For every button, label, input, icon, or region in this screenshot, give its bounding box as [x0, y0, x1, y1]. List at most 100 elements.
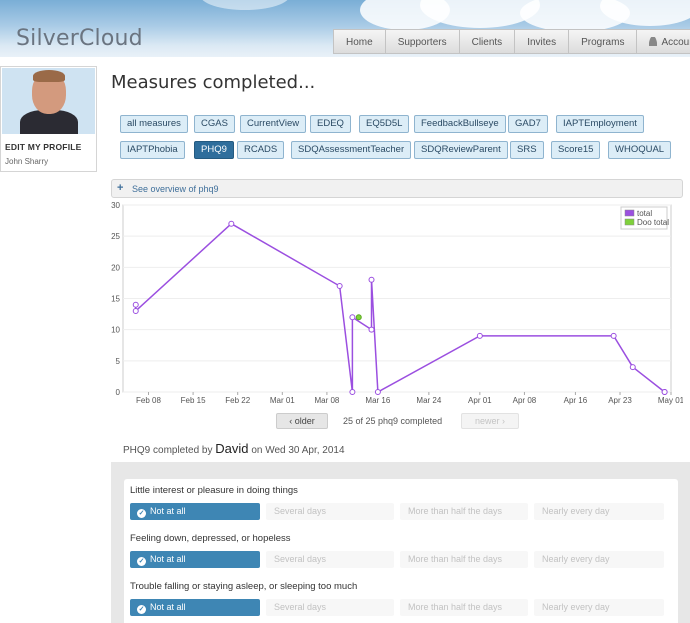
tag-gad7[interactable]: GAD7 — [508, 115, 548, 133]
answer-option[interactable]: ✓ Not at all — [130, 599, 260, 616]
answer-option-label: More than half the days — [408, 602, 503, 612]
nav-account[interactable]: Account — [636, 29, 690, 54]
y-tick-label: 25 — [111, 232, 120, 241]
profile-sidebar: EDIT MY PROFILE John Sharry — [0, 66, 97, 172]
data-point — [374, 389, 381, 395]
answer-option[interactable]: ✓ Not at all — [130, 503, 260, 520]
answer-option[interactable]: Nearly every day — [534, 503, 664, 520]
nav-account-label: Account — [661, 37, 690, 48]
tag-iaptemployment[interactable]: IAPTEmployment — [556, 115, 644, 133]
nav-invites[interactable]: Invites — [514, 29, 569, 54]
x-tick-label: Mar 01 — [270, 396, 295, 405]
y-tick-label: 10 — [111, 326, 120, 335]
tag-score15[interactable]: Score15 — [551, 141, 601, 159]
nav-programs[interactable]: Programs — [568, 29, 637, 54]
app-logo[interactable]: SilverCloud — [16, 26, 143, 51]
profile-name: John Sharry — [5, 157, 49, 166]
tag-srs[interactable]: SRS — [510, 141, 544, 159]
phq9-chart: 0 5 10 15 20 25 30 Feb 08 Feb 15 Feb 22 Mar 01 Mar … — [111, 199, 683, 409]
check-icon: ✓ — [137, 557, 146, 566]
x-tick-label: Feb 15 — [181, 396, 206, 405]
newer-button[interactable]: newer › — [461, 413, 519, 429]
data-point — [629, 364, 636, 371]
tag-cgas[interactable]: CGAS — [194, 115, 235, 133]
nav-supporters[interactable]: Supporters — [384, 29, 459, 54]
tag-currentview[interactable]: CurrentView — [240, 115, 307, 133]
check-icon: ✓ — [137, 605, 146, 614]
avatar[interactable] — [2, 68, 95, 134]
page-title: Measures completed... — [111, 72, 316, 93]
answer-option-label: Several days — [274, 554, 327, 564]
y-tick-label: 5 — [116, 357, 121, 366]
question-label: Trouble falling or staying asleep, or sl… — [130, 581, 358, 592]
tag-sdqassessmentteacher[interactable]: SDQAssessmentTeacher — [291, 141, 412, 159]
user-icon — [649, 37, 658, 46]
data-point — [336, 283, 343, 290]
data-point — [368, 326, 375, 333]
chart-svg: 0 5 10 15 20 25 30 Feb 08 Feb 15 Feb 22 Mar 01 Mar … — [111, 201, 683, 405]
data-point — [368, 276, 375, 283]
tag-iaptphobia[interactable]: IAPTPhobia — [120, 141, 185, 159]
x-tick-label: Mar 16 — [365, 396, 390, 405]
chevron-left-icon: ‹ — [289, 416, 293, 426]
nav-clients[interactable]: Clients — [458, 29, 515, 54]
x-tick-label: Apr 23 — [608, 396, 632, 405]
data-point — [132, 307, 139, 314]
chevron-right-icon: › — [502, 416, 506, 426]
answer-option-label: Not at all — [150, 554, 186, 564]
x-tick-label: Feb 08 — [136, 396, 161, 405]
header-banner: SilverCloud Home Supporters Clients Invi… — [0, 0, 690, 57]
older-button[interactable]: ‹ older — [276, 413, 328, 429]
tag-rcads[interactable]: RCADS — [237, 141, 285, 159]
x-tick-label: Apr 08 — [513, 396, 537, 405]
answer-option-label: Several days — [274, 506, 327, 516]
answer-option[interactable]: More than half the days — [400, 551, 528, 568]
completion-suffix: on Wed 30 Apr, 2014 — [251, 445, 345, 456]
tag-phq9[interactable]: PHQ9 — [194, 141, 234, 159]
answer-option-label: Several days — [274, 602, 327, 612]
newer-label: newer — [474, 416, 500, 426]
answer-option[interactable]: Several days — [266, 503, 394, 520]
y-tick-label: 0 — [116, 388, 121, 397]
x-tick-label: May 01 — [658, 396, 683, 405]
answer-option[interactable]: Nearly every day — [534, 551, 664, 568]
edit-profile-link[interactable]: EDIT MY PROFILE — [5, 142, 82, 152]
answer-option[interactable]: Nearly every day — [534, 599, 664, 616]
answer-option-label: Not at all — [150, 506, 186, 516]
nav-home[interactable]: Home — [333, 29, 385, 54]
tag-feedbackbullseye[interactable]: FeedbackBullseye — [414, 115, 506, 133]
x-tick-label: Mar 24 — [416, 396, 441, 405]
answer-option-label: Nearly every day — [542, 506, 610, 516]
tag-whoqual[interactable]: WHOQUAL — [608, 141, 672, 159]
tag-sdqreviewparent[interactable]: SDQReviewParent — [414, 141, 508, 159]
tag-all-measures[interactable]: all measures — [120, 115, 188, 133]
overview-label: See overview of phq9 — [132, 184, 219, 194]
data-point — [349, 389, 356, 395]
x-tick-label: Mar 08 — [314, 396, 339, 405]
answer-option[interactable]: ✓ Not at all — [130, 551, 260, 568]
data-point — [661, 389, 668, 395]
y-tick-label: 15 — [111, 295, 120, 304]
check-icon: ✓ — [137, 509, 146, 518]
older-label: older — [294, 416, 315, 426]
question-label: Feeling down, depressed, or hopeless — [130, 533, 291, 544]
legend-label: Doo total — [637, 218, 669, 227]
answer-option-label: More than half the days — [408, 554, 503, 564]
completion-line: PHQ9 completed by David on Wed 30 Apr, 2… — [123, 441, 345, 456]
legend-swatch — [624, 209, 635, 217]
answer-option[interactable]: More than half the days — [400, 599, 528, 616]
answer-option[interactable]: More than half the days — [400, 503, 528, 520]
data-point — [228, 220, 235, 227]
data-point — [349, 314, 356, 321]
answer-option[interactable]: Several days — [266, 551, 394, 568]
questionnaire-card: Little interest or pleasure in doing thi… — [124, 479, 678, 623]
completion-prefix: PHQ9 completed by — [123, 445, 213, 456]
data-point — [355, 314, 362, 321]
answer-option-label: Not at all — [150, 602, 186, 612]
tag-eq5d5l[interactable]: EQ5D5L — [359, 115, 410, 133]
answer-option[interactable]: Several days — [266, 599, 394, 616]
answer-option-label: Nearly every day — [542, 554, 610, 564]
tag-edeq[interactable]: EDEQ — [310, 115, 351, 133]
question-label: Little interest or pleasure in doing thi… — [130, 485, 298, 496]
overview-toggle[interactable]: + See overview of phq9 — [111, 179, 683, 198]
